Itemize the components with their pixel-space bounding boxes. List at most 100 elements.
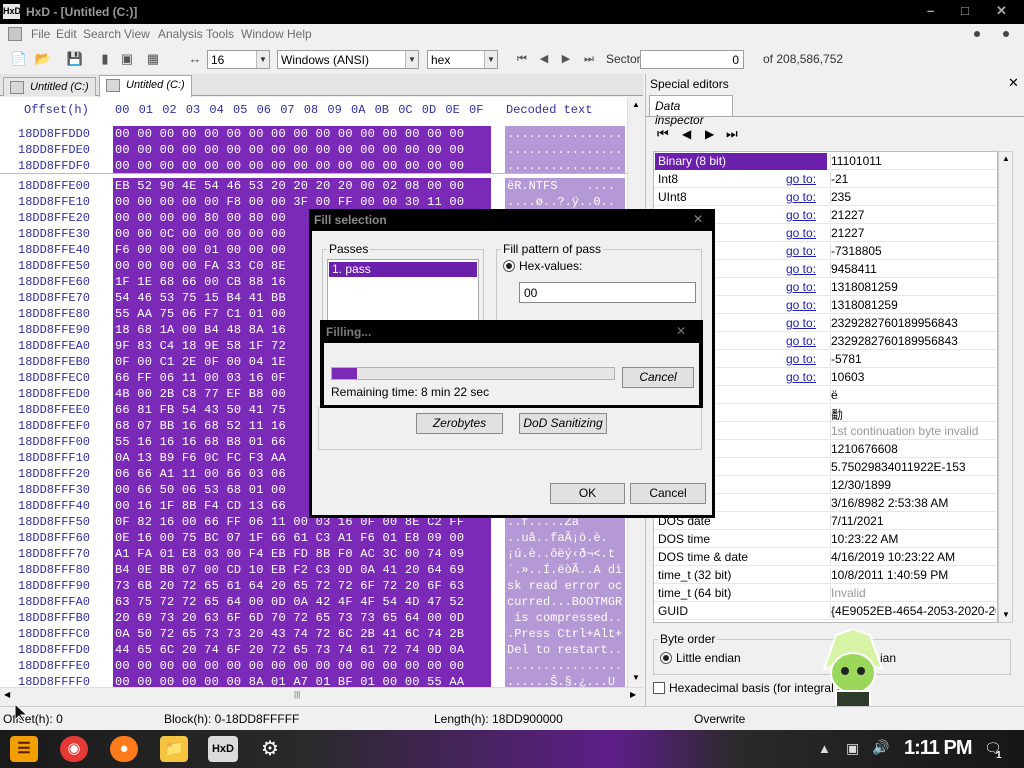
minimize-icon[interactable]: – [927, 3, 934, 18]
menu-tools[interactable]: Tools [206, 27, 234, 41]
open-ram-icon[interactable]: ▦ [144, 50, 162, 68]
maximize-icon[interactable]: □ [961, 3, 969, 18]
inspector-value[interactable]: 7/11/2021 [830, 514, 996, 528]
menu-window[interactable]: Window [241, 27, 284, 41]
row-bytes[interactable]: EB 52 90 4E 54 46 53 20 20 20 20 00 02 0… [113, 178, 491, 194]
scroll-down-icon[interactable]: ▼ [632, 673, 640, 682]
hex-basis-checkbox[interactable] [653, 682, 665, 694]
tray-chevron-icon[interactable]: ▲ [818, 741, 831, 756]
hex-values-input[interactable]: 00 [519, 282, 696, 303]
ok-button[interactable]: OK [550, 483, 625, 504]
inspector-value[interactable]: 5.75029834011922E-153 [830, 460, 996, 474]
hex-row[interactable]: 18DD8FFDE0 00 00 00 00 00 00 00 00 00 00 … [0, 142, 630, 158]
dod-sanitizing-button[interactable]: DoD Sanitizing [519, 413, 607, 434]
inspector-value[interactable]: -7318805 [830, 244, 996, 258]
next-sector-icon[interactable]: ▶ [557, 50, 575, 68]
scroll-left-icon[interactable]: ◀ [4, 690, 10, 699]
goto-link[interactable]: go to: [786, 262, 816, 276]
row-bytes[interactable]: 73 6B 20 72 65 61 64 20 65 72 72 6F 72 2… [113, 578, 491, 594]
inspector-row[interactable]: DOS time & date 4/16/2019 10:23:22 AM [654, 548, 997, 566]
goto-link[interactable]: go to: [786, 334, 816, 348]
inspector-value[interactable]: Invalid [830, 586, 996, 600]
row-decoded-text[interactable]: ....ø..?.ÿ..0.. [505, 194, 625, 210]
row-decoded-text[interactable]: ................ [505, 142, 625, 158]
close-icon[interactable]: ✕ [996, 3, 1007, 19]
scroll-up-icon[interactable]: ▲ [1002, 154, 1010, 163]
first-icon[interactable]: ⏮ [657, 126, 669, 142]
inspector-value[interactable]: -5781 [830, 352, 996, 366]
hex-horizontal-scrollbar[interactable]: ◀ ||| ▶ [0, 687, 643, 703]
hex-row[interactable]: 18DD8FFE00 EB 52 90 4E 54 46 53 20 20 20 … [0, 178, 630, 194]
row-decoded-text[interactable]: .Press Ctrl+Alt+ [505, 626, 625, 642]
row-decoded-text[interactable]: ëR.NTFS .... [505, 178, 625, 194]
inspector-value[interactable]: 1318081259 [830, 280, 996, 294]
inspector-value[interactable]: 21227 [830, 208, 996, 222]
inspector-row[interactable]: time_t (64 bit) Invalid [654, 584, 997, 602]
hex-row[interactable]: 18DD8FFFE0 00 00 00 00 00 00 00 00 00 00 … [0, 658, 630, 674]
menu-view[interactable]: View [124, 27, 150, 41]
row-bytes[interactable]: 20 69 73 20 63 6F 6D 70 72 65 73 73 65 6… [113, 610, 491, 626]
firefox-icon[interactable]: ● [110, 736, 138, 762]
inspector-value[interactable]: 勫 [830, 406, 996, 423]
open-folder-icon[interactable]: 📂 [34, 50, 52, 68]
row-bytes[interactable]: 63 75 72 72 65 64 00 0D 0A 42 4F 4F 54 4… [113, 594, 491, 610]
goto-link[interactable]: go to: [786, 190, 816, 204]
row-decoded-text[interactable]: Del to restart.. [505, 642, 625, 658]
bytes-per-row-select[interactable]: 16 ▼ [207, 50, 270, 69]
row-bytes[interactable]: 0E 16 00 75 BC 07 1F 66 61 C3 A1 F6 01 E… [113, 530, 491, 546]
filling-dialog-close-icon[interactable]: ✕ [676, 324, 686, 338]
row-bytes[interactable]: 00 00 00 00 00 00 00 00 00 00 00 00 00 0… [113, 126, 491, 142]
display-mode-select[interactable]: hex ▼ [427, 50, 498, 69]
inspector-value[interactable]: -21 [830, 172, 996, 186]
tab-untitled-2[interactable]: Untitled (C:) [99, 75, 192, 97]
cancel-button[interactable]: Cancel [630, 483, 706, 504]
inspector-value[interactable]: 3/16/8982 2:53:38 AM [830, 496, 996, 510]
zerobytes-button[interactable]: Zerobytes [416, 413, 503, 434]
mdi-minimize-icon[interactable] [974, 31, 980, 37]
inspector-value[interactable]: 10603 [830, 370, 996, 384]
goto-link[interactable]: go to: [786, 316, 816, 330]
inspector-value[interactable]: 235 [830, 190, 996, 204]
inspector-value[interactable]: 1318081259 [830, 298, 996, 312]
fill-dialog-close-icon[interactable]: ✕ [693, 212, 703, 226]
goto-link[interactable]: go to: [786, 280, 816, 294]
inspector-value[interactable]: 2329282760189956843 [830, 334, 996, 348]
row-decoded-text[interactable]: ................ [505, 126, 625, 142]
inspector-row[interactable]: DOS time 10:23:22 AM [654, 530, 997, 548]
inspector-row[interactable]: time_t (32 bit) 10/8/2011 1:40:59 PM [654, 566, 997, 584]
hxd-taskbar-icon[interactable]: HxD [208, 736, 238, 762]
passes-list[interactable]: 1. pass [327, 259, 479, 321]
row-bytes[interactable]: B4 0E BB 07 00 CD 10 EB F2 C3 0D 0A 41 2… [113, 562, 491, 578]
menu-analysis[interactable]: Analysis [158, 27, 203, 41]
menu-edit[interactable]: Edit [56, 27, 77, 41]
hex-row[interactable]: 18DD8FFF80 B4 0E BB 07 00 CD 10 EB F2 C3 … [0, 562, 630, 578]
inspector-value[interactable]: 1210676608 [830, 442, 996, 456]
scroll-thumb-h[interactable]: ||| [294, 690, 300, 699]
row-decoded-text[interactable]: curred...BOOTMGR [505, 594, 625, 610]
hex-row[interactable]: 18DD8FFE10 00 00 00 00 00 F8 00 00 3F 00 … [0, 194, 630, 210]
inspector-value[interactable]: ë [830, 388, 996, 402]
row-bytes[interactable]: 00 00 00 00 00 00 00 00 00 00 00 00 00 0… [113, 158, 491, 174]
inspector-row[interactable]: UInt8 go to: 235 [654, 188, 997, 206]
close-file-icon[interactable]: ▮ [96, 50, 114, 68]
charset-select[interactable]: Windows (ANSI) ▼ [277, 50, 419, 69]
inspector-value[interactable]: 9458411 [830, 262, 996, 276]
network-icon[interactable]: ▣ [846, 740, 859, 757]
pass-item[interactable]: 1. pass [329, 262, 477, 277]
inspector-value[interactable]: 11101011 [830, 154, 996, 168]
goto-link[interactable]: go to: [786, 226, 816, 240]
goto-link[interactable]: go to: [786, 298, 816, 312]
hex-row[interactable]: 18DD8FFFA0 63 75 72 72 65 64 00 0D 0A 42 … [0, 594, 630, 610]
row-bytes[interactable]: 44 65 6C 20 74 6F 20 72 65 73 74 61 72 7… [113, 642, 491, 658]
row-decoded-text[interactable]: ................ [505, 158, 625, 174]
open-disk-icon[interactable]: ▣ [118, 50, 136, 68]
previous-icon[interactable]: ◀ [682, 127, 691, 141]
hex-row[interactable]: 18DD8FFF60 0E 16 00 75 BC 07 1F 66 61 C3 … [0, 530, 630, 546]
tab-untitled-1[interactable]: Untitled (C:) [3, 77, 96, 96]
hex-row[interactable]: 18DD8FFF70 A1 FA 01 E8 03 00 F4 EB FD 8B … [0, 546, 630, 562]
file-explorer-icon[interactable]: 📁 [160, 736, 188, 762]
last-sector-icon[interactable]: ⏭ [580, 50, 598, 68]
scroll-right-icon[interactable]: ▶ [630, 690, 636, 699]
inspector-row[interactable]: GUID {4E9052EB-4654-2053-2020-2000 [654, 602, 997, 620]
row-decoded-text[interactable]: ..uå..faÃ¡ö.è. [505, 530, 625, 546]
